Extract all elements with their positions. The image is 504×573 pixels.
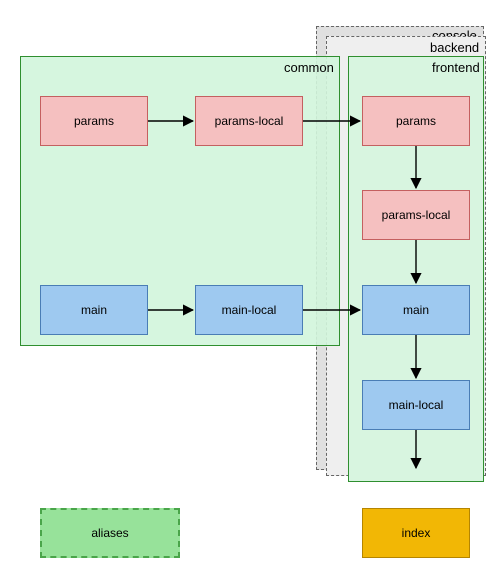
node-common-params-local: params-local — [195, 96, 303, 146]
node-label: main — [81, 303, 107, 317]
node-label: params-local — [215, 114, 284, 128]
node-common-params: params — [40, 96, 148, 146]
node-label: aliases — [91, 526, 128, 540]
node-common-main: main — [40, 285, 148, 335]
node-label: params — [396, 114, 436, 128]
diagram-canvas: console backend common frontend params p… — [0, 0, 504, 573]
node-index: index — [362, 508, 470, 558]
node-label: main-local — [389, 398, 444, 412]
node-frontend-params-local: params-local — [362, 190, 470, 240]
node-common-main-local: main-local — [195, 285, 303, 335]
node-label: index — [402, 526, 431, 540]
container-frontend-label: frontend — [432, 60, 480, 75]
node-frontend-main: main — [362, 285, 470, 335]
node-frontend-main-local: main-local — [362, 380, 470, 430]
node-label: main-local — [222, 303, 277, 317]
node-label: params-local — [382, 208, 451, 222]
container-common-label: common — [284, 60, 334, 75]
node-frontend-params: params — [362, 96, 470, 146]
node-label: params — [74, 114, 114, 128]
node-aliases: aliases — [40, 508, 180, 558]
node-label: main — [403, 303, 429, 317]
stack-backend-label: backend — [430, 40, 479, 55]
